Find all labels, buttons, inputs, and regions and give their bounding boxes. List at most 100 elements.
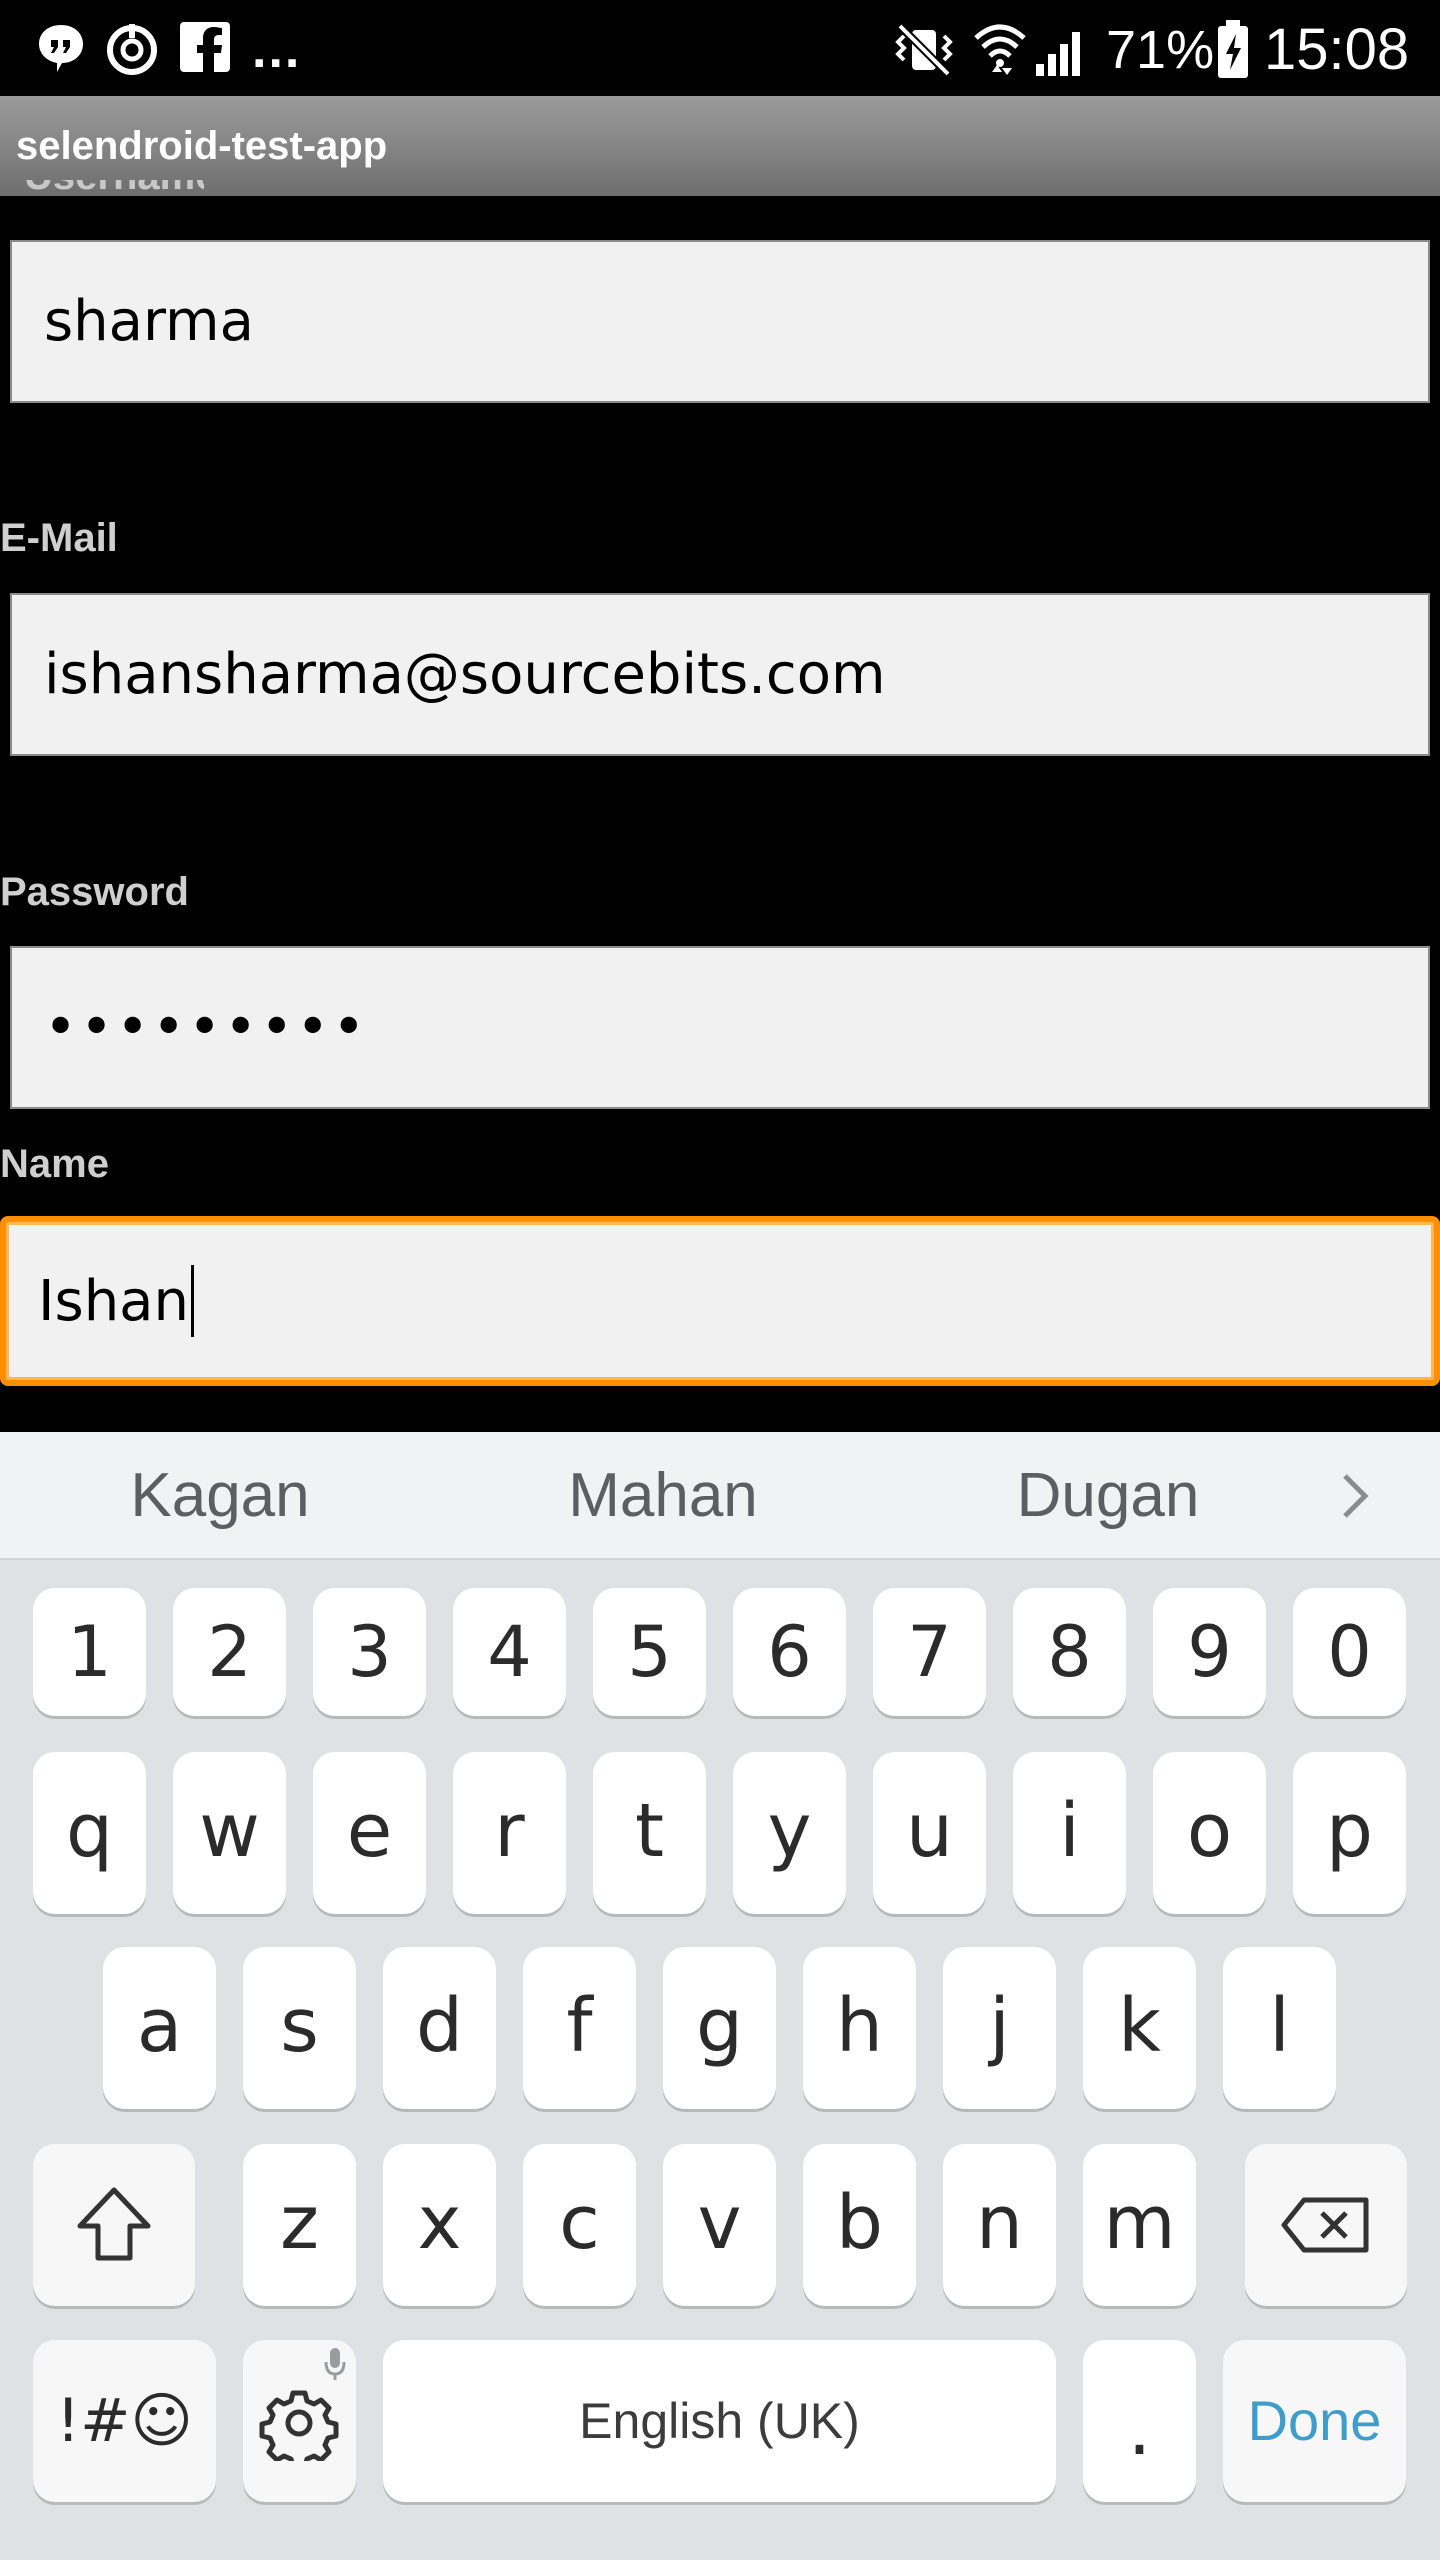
key-q-label: q xyxy=(66,1788,113,1874)
key-s[interactable]: s xyxy=(243,1947,356,2109)
key-c[interactable]: c xyxy=(523,2144,636,2306)
key-e-label: e xyxy=(346,1788,393,1874)
key-j-label: j xyxy=(989,1983,1010,2069)
key-6-label: 6 xyxy=(767,1611,812,1693)
key-c-label: c xyxy=(559,2180,600,2266)
key-7[interactable]: 7 xyxy=(873,1588,986,1716)
key-9[interactable]: 9 xyxy=(1153,1588,1266,1716)
password-value: ••••••••• xyxy=(44,995,369,1060)
key-6[interactable]: 6 xyxy=(733,1588,846,1716)
shift-arrow-icon xyxy=(77,2187,151,2261)
key-1[interactable]: 1 xyxy=(33,1588,146,1716)
key-i[interactable]: i xyxy=(1013,1752,1126,1914)
key-h[interactable]: h xyxy=(803,1947,916,2109)
key-z-label: z xyxy=(280,2180,319,2266)
key-u[interactable]: u xyxy=(873,1752,986,1914)
key-r-label: r xyxy=(494,1788,525,1874)
key-m-label: m xyxy=(1103,2180,1176,2266)
key-3[interactable]: 3 xyxy=(313,1588,426,1716)
period-key[interactable]: . xyxy=(1083,2340,1196,2502)
key-2[interactable]: 2 xyxy=(173,1588,286,1716)
chat-bubble-icon xyxy=(39,25,83,72)
name-field[interactable]: Ishan xyxy=(0,1216,1440,1386)
key-4[interactable]: 4 xyxy=(453,1588,566,1716)
battery-charging-icon xyxy=(1218,20,1248,78)
done-key[interactable]: Done xyxy=(1223,2340,1406,2502)
suggestion-3[interactable]: Dugan xyxy=(958,1432,1258,1560)
key-v[interactable]: v xyxy=(663,2144,776,2306)
key-m[interactable]: m xyxy=(1083,2144,1196,2306)
key-a-label: a xyxy=(136,1983,183,2069)
microphone-icon xyxy=(324,2348,346,2380)
key-t[interactable]: t xyxy=(593,1752,706,1914)
key-8[interactable]: 8 xyxy=(1013,1588,1126,1716)
key-9-label: 9 xyxy=(1187,1611,1232,1693)
gear-icon xyxy=(259,2390,339,2461)
key-s-label: s xyxy=(280,1983,319,2069)
suggestion-1[interactable]: Kagan xyxy=(70,1432,370,1560)
key-q[interactable]: q xyxy=(33,1752,146,1914)
key-b[interactable]: b xyxy=(803,2144,916,2306)
settings-key[interactable] xyxy=(243,2340,356,2502)
key-a[interactable]: a xyxy=(103,1947,216,2109)
key-w[interactable]: w xyxy=(173,1752,286,1914)
signal-icon xyxy=(1036,32,1080,76)
text-cursor xyxy=(191,1265,194,1337)
key-0[interactable]: 0 xyxy=(1293,1588,1406,1716)
facebook-icon xyxy=(180,22,230,72)
key-p[interactable]: p xyxy=(1293,1752,1406,1914)
password-label: Password xyxy=(0,870,189,914)
key-g-label: g xyxy=(696,1983,743,2069)
password-field[interactable]: ••••••••• xyxy=(10,946,1430,1109)
key-7-label: 7 xyxy=(907,1611,952,1693)
key-j[interactable]: j xyxy=(943,1947,1056,2109)
email-field[interactable]: ishansharma@sourcebits.com xyxy=(10,593,1430,756)
name-value: Ishan xyxy=(38,1268,189,1334)
key-f-label: f xyxy=(566,1983,593,2069)
clock: 15:08 xyxy=(1264,17,1410,82)
status-bar: ... 71% 15:08 xyxy=(0,0,1440,96)
key-o[interactable]: o xyxy=(1153,1752,1266,1914)
key-y-label: y xyxy=(767,1788,812,1874)
suggestion-strip: Kagan Mahan Dugan xyxy=(0,1432,1440,1560)
key-t-label: t xyxy=(634,1788,664,1874)
key-g[interactable]: g xyxy=(663,1947,776,2109)
symbols-key-label: !#☺ xyxy=(56,2386,193,2456)
suggestion-2[interactable]: Mahan xyxy=(513,1432,813,1560)
key-l[interactable]: l xyxy=(1223,1947,1336,2109)
email-value: ishansharma@sourcebits.com xyxy=(44,642,886,707)
sync-icon xyxy=(107,24,157,75)
space-key-label: English (UK) xyxy=(579,2393,860,2449)
key-5-label: 5 xyxy=(627,1611,672,1693)
key-w-label: w xyxy=(199,1788,260,1874)
key-e[interactable]: e xyxy=(313,1752,426,1914)
key-i-label: i xyxy=(1059,1788,1080,1874)
key-r[interactable]: r xyxy=(453,1752,566,1914)
key-d-label: d xyxy=(416,1983,463,2069)
symbols-key[interactable]: !#☺ xyxy=(33,2340,216,2502)
space-key[interactable]: English (UK) xyxy=(383,2340,1056,2502)
key-z[interactable]: z xyxy=(243,2144,356,2306)
shift-key[interactable] xyxy=(33,2144,195,2306)
username-label-partial: Username xyxy=(24,180,204,196)
backspace-key[interactable] xyxy=(1245,2144,1407,2306)
key-5[interactable]: 5 xyxy=(593,1588,706,1716)
name-value-wrap: Ishan xyxy=(38,1222,194,1380)
key-n[interactable]: n xyxy=(943,2144,1056,2306)
key-0-label: 0 xyxy=(1327,1611,1372,1693)
username-value: sharma xyxy=(44,289,254,354)
chevron-right-icon[interactable] xyxy=(1335,1470,1375,1522)
key-2-label: 2 xyxy=(207,1611,252,1693)
vibrate-mute-icon xyxy=(895,23,953,77)
key-4-label: 4 xyxy=(487,1611,532,1693)
username-field[interactable]: sharma xyxy=(10,240,1430,403)
screen: ... 71% 15:08 selendroid-test-app sharma… xyxy=(0,0,1440,2560)
key-d[interactable]: d xyxy=(383,1947,496,2109)
key-f[interactable]: f xyxy=(523,1947,636,2109)
key-u-label: u xyxy=(906,1788,953,1874)
key-b-label: b xyxy=(836,2180,883,2266)
soft-keyboard: Kagan Mahan Dugan 1 2 3 4 5 6 7 8 9 0 q … xyxy=(0,1432,1440,2560)
key-x[interactable]: x xyxy=(383,2144,496,2306)
key-k[interactable]: k xyxy=(1083,1947,1196,2109)
key-y[interactable]: y xyxy=(733,1752,846,1914)
